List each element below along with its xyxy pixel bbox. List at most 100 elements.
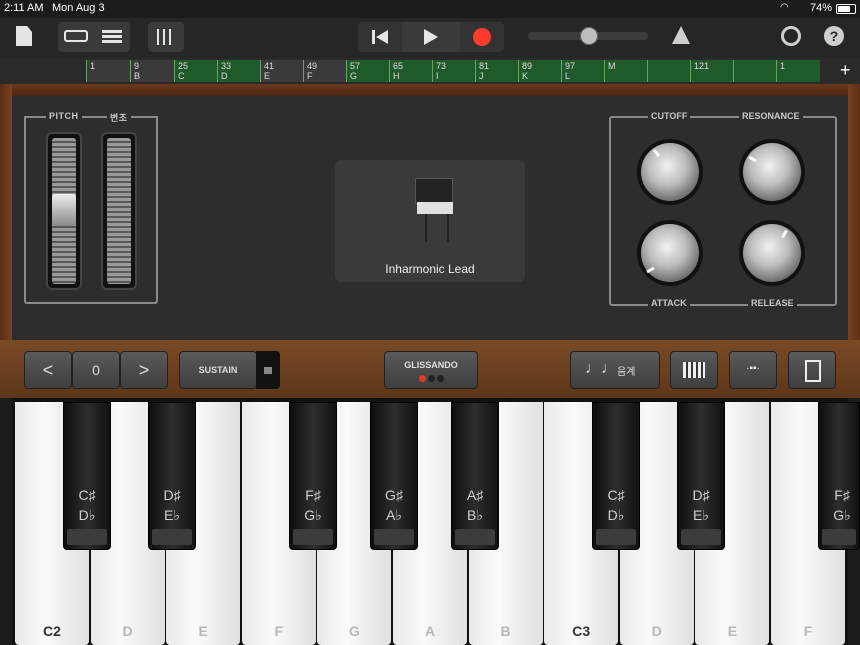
ruler-bar[interactable]: 57 G <box>346 60 389 82</box>
ruler-bar[interactable]: 73 I <box>432 60 475 82</box>
black-key[interactable]: D♯ E♭ <box>148 402 196 550</box>
mod-wheel[interactable] <box>101 132 137 290</box>
ruler-bar[interactable] <box>733 60 776 82</box>
mixer-icon <box>157 29 175 45</box>
knobs-frame <box>609 116 837 306</box>
status-time: 2:11 AM <box>4 2 44 14</box>
view-toggle-group <box>58 22 130 52</box>
white-key-label: D <box>651 623 662 639</box>
cutoff-knob[interactable] <box>641 143 699 201</box>
black-key-label: A♯ B♭ <box>466 487 484 523</box>
black-key[interactable]: A♯ B♭ <box>451 402 499 550</box>
release-knob[interactable] <box>743 224 801 282</box>
ruler-marker: 1 <box>780 61 786 71</box>
ruler-marker: K <box>522 71 529 81</box>
glissando-button[interactable]: GLISSANDO <box>384 351 478 389</box>
black-key[interactable]: G♯ A♭ <box>370 402 418 550</box>
cutoff-label: CUTOFF <box>648 111 691 121</box>
sustain-lock[interactable] <box>256 351 280 389</box>
arpeggiator-button[interactable]: ·▪▪· <box>729 351 777 389</box>
pitch-label: PITCH <box>46 111 82 121</box>
mixer-button[interactable] <box>148 22 184 52</box>
black-key[interactable]: D♯ E♭ <box>677 402 725 550</box>
metronome-icon[interactable] <box>672 26 690 44</box>
ruler-bar[interactable]: 81 J <box>475 60 518 82</box>
octave-down-button[interactable]: < <box>24 351 72 389</box>
black-key[interactable]: C♯ D♭ <box>63 402 111 550</box>
timeline-ruler[interactable]: 1 9 B 25 C 33 D 41 E 49 F 57 G 65 H 73 I 81 J 89 K 97 L M 121 1 + <box>0 58 860 84</box>
help-icon[interactable]: ? <box>824 26 844 46</box>
arpeggiator-icon: ·▪▪· <box>746 363 760 374</box>
ruler-bar[interactable]: M <box>604 60 647 82</box>
ruler-marker: 73 <box>436 61 447 71</box>
browser-view-icon[interactable] <box>64 30 88 42</box>
ruler-bar[interactable]: 41 E <box>260 60 303 82</box>
ruler-marker: D <box>221 71 228 81</box>
ruler-bar[interactable]: 1 <box>86 60 130 82</box>
octave-value: 0 <box>72 351 120 389</box>
ruler-bar[interactable]: 97 L <box>561 60 604 82</box>
status-date: Mon Aug 3 <box>52 2 105 14</box>
pitch-wheel[interactable] <box>46 132 82 290</box>
ruler-marker: G <box>350 71 358 81</box>
battery-percent: 74% <box>810 2 833 14</box>
white-key-label: E <box>727 623 738 639</box>
document-icon[interactable] <box>16 26 32 46</box>
black-key[interactable]: F♯ G♭ <box>818 402 860 550</box>
scale-button[interactable]: ♩♩ 음계 <box>570 351 660 389</box>
settings-icon[interactable] <box>781 26 801 46</box>
white-key-label: A <box>424 623 436 639</box>
white-key-label: F <box>274 623 284 639</box>
battery-icon <box>836 4 856 14</box>
tracks-view-icon[interactable] <box>102 30 122 44</box>
volume-slider-thumb[interactable] <box>580 27 598 45</box>
wifi-icon: ◠ <box>780 2 789 13</box>
black-key-label: C♯ D♭ <box>607 487 625 523</box>
ruler-marker: 121 <box>694 61 710 71</box>
add-section-button[interactable]: + <box>840 60 851 81</box>
octave-up-button[interactable]: > <box>120 351 168 389</box>
ruler-bar[interactable] <box>647 60 690 82</box>
ruler-marker: 33 <box>221 61 232 71</box>
ruler-marker: 41 <box>264 61 275 71</box>
keyboard-size-button[interactable] <box>788 351 836 389</box>
black-key-label: G♯ A♭ <box>385 487 403 523</box>
ruler-marker: M <box>608 61 616 71</box>
sustain-button[interactable]: SUSTAIN <box>179 351 257 389</box>
ruler-bar[interactable]: 25 C <box>174 60 217 82</box>
ruler-bar[interactable]: 121 <box>690 60 733 82</box>
go-to-beginning-icon[interactable] <box>372 30 390 44</box>
lock-icon <box>264 367 272 374</box>
white-key-label: B <box>500 623 511 639</box>
black-key[interactable]: F♯ G♭ <box>289 402 337 550</box>
ruler-bar[interactable]: 9B <box>130 60 174 82</box>
black-key-label: D♯ E♭ <box>163 487 181 523</box>
black-key-label: C♯ D♭ <box>78 487 96 523</box>
ruler-marker: 1 <box>90 61 96 71</box>
white-key-label: C3 <box>572 623 591 639</box>
attack-knob[interactable] <box>641 224 699 282</box>
keyboard-layout-button[interactable] <box>670 351 718 389</box>
resonance-knob[interactable] <box>743 143 801 201</box>
instrument-card[interactable]: Inharmonic Lead <box>335 160 525 282</box>
volume-slider[interactable] <box>528 27 648 45</box>
ruler-marker: L <box>565 71 571 81</box>
ruler-bar[interactable]: 89 K <box>518 60 561 82</box>
attack-label: ATTACK <box>648 298 690 308</box>
white-key-label: G <box>348 623 360 639</box>
wood-trim-top <box>0 84 860 96</box>
black-key-label: D♯ E♭ <box>692 487 710 523</box>
ruler-marker: 89 <box>522 61 533 71</box>
ruler-marker: E <box>264 71 271 81</box>
record-icon[interactable] <box>473 28 491 46</box>
ruler-marker: I <box>436 71 439 81</box>
ruler-bar[interactable]: 65 H <box>389 60 432 82</box>
play-icon[interactable] <box>424 29 438 45</box>
ruler-marker: 49 <box>307 61 318 71</box>
white-key-label: E <box>198 623 208 639</box>
music-note-icon: ♩♩ <box>585 360 617 377</box>
ruler-bar[interactable]: 1 <box>776 60 820 82</box>
ruler-bar[interactable]: 49 F <box>303 60 346 82</box>
black-key[interactable]: C♯ D♭ <box>592 402 640 550</box>
ruler-bar[interactable]: 33 D <box>217 60 260 82</box>
